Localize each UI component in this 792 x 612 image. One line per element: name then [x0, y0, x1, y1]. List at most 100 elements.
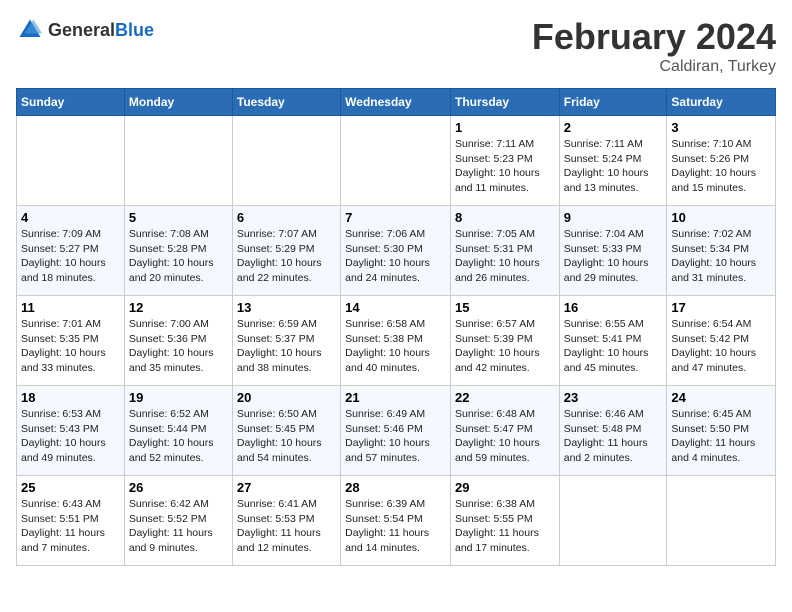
day-number: 4: [21, 210, 120, 225]
day-number: 2: [564, 120, 663, 135]
day-number: 5: [129, 210, 228, 225]
day-info: Sunrise: 6:43 AM Sunset: 5:51 PM Dayligh…: [21, 497, 120, 556]
calendar-cell: [667, 476, 776, 566]
day-number: 14: [345, 300, 446, 315]
calendar-cell: 12Sunrise: 7:00 AM Sunset: 5:36 PM Dayli…: [124, 296, 232, 386]
calendar-cell: [559, 476, 667, 566]
calendar-cell: [17, 116, 125, 206]
calendar-cell: 17 Sunrise: 6:54 AM Sunset: 5:42 PM Dayli…: [667, 296, 776, 386]
day-info: Sunrise: 6:50 AM Sunset: 5:45 PM Dayligh…: [237, 407, 336, 466]
day-number: 22: [455, 390, 555, 405]
day-info: Sunrise: 6:49 AM Sunset: 5:46 PM Dayligh…: [345, 407, 446, 466]
month-title: February 2024: [532, 16, 776, 58]
day-info: Sunrise: 7:05 AM Sunset: 5:31 PM Dayligh…: [455, 227, 555, 286]
logo: GeneralBlue: [16, 16, 154, 44]
calendar-cell: 16Sunrise: 6:55 AM Sunset: 5:41 PM Dayli…: [559, 296, 667, 386]
day-info: Sunrise: 7:04 AM Sunset: 5:33 PM Dayligh…: [564, 227, 663, 286]
day-header-sunday: Sunday: [17, 89, 125, 116]
location: Caldiran, Turkey: [532, 58, 776, 76]
day-number: 26: [129, 480, 228, 495]
calendar-cell: [232, 116, 340, 206]
day-info: Sunrise: 7:09 AM Sunset: 5:27 PM Dayligh…: [21, 227, 120, 286]
day-info: Sunrise: 6:39 AM Sunset: 5:54 PM Dayligh…: [345, 497, 446, 556]
day-info: Sunrise: 7:11 AM Sunset: 5:23 PM Dayligh…: [455, 137, 555, 196]
week-row-4: 25Sunrise: 6:43 AM Sunset: 5:51 PM Dayli…: [17, 476, 776, 566]
day-number: 21: [345, 390, 446, 405]
calendar-cell: 4 Sunrise: 7:09 AM Sunset: 5:27 PM Daylig…: [17, 206, 125, 296]
week-row-3: 18 Sunrise: 6:53 AM Sunset: 5:43 PM Dayli…: [17, 386, 776, 476]
day-info: Sunrise: 6:41 AM Sunset: 5:53 PM Dayligh…: [237, 497, 336, 556]
calendar-cell: 28 Sunrise: 6:39 AM Sunset: 5:54 PM Dayli…: [341, 476, 451, 566]
title-block: February 2024 Caldiran, Turkey: [532, 16, 776, 76]
day-number: 12: [129, 300, 228, 315]
calendar-cell: 5 Sunrise: 7:08 AM Sunset: 5:28 PM Daylig…: [124, 206, 232, 296]
calendar-cell: 3Sunrise: 7:10 AM Sunset: 5:26 PM Daylig…: [667, 116, 776, 206]
calendar-cell: 10 Sunrise: 7:02 AM Sunset: 5:34 PM Dayli…: [667, 206, 776, 296]
day-info: Sunrise: 7:08 AM Sunset: 5:28 PM Dayligh…: [129, 227, 228, 286]
day-number: 9: [564, 210, 663, 225]
logo-blue: Blue: [115, 20, 154, 40]
day-number: 6: [237, 210, 336, 225]
day-info: Sunrise: 7:07 AM Sunset: 5:29 PM Dayligh…: [237, 227, 336, 286]
logo-icon: [16, 16, 44, 44]
day-number: 20: [237, 390, 336, 405]
day-info: Sunrise: 6:59 AM Sunset: 5:37 PM Dayligh…: [237, 317, 336, 376]
calendar-cell: 18 Sunrise: 6:53 AM Sunset: 5:43 PM Dayli…: [17, 386, 125, 476]
calendar-table: SundayMondayTuesdayWednesdayThursdayFrid…: [16, 88, 776, 566]
calendar-header-row: SundayMondayTuesdayWednesdayThursdayFrid…: [17, 89, 776, 116]
day-info: Sunrise: 6:54 AM Sunset: 5:42 PM Dayligh…: [671, 317, 771, 376]
day-number: 8: [455, 210, 555, 225]
day-info: Sunrise: 6:42 AM Sunset: 5:52 PM Dayligh…: [129, 497, 228, 556]
day-number: 10: [671, 210, 771, 225]
calendar-cell: 13 Sunrise: 6:59 AM Sunset: 5:37 PM Dayli…: [232, 296, 340, 386]
day-number: 16: [564, 300, 663, 315]
calendar-cell: 23 Sunrise: 6:46 AM Sunset: 5:48 PM Dayli…: [559, 386, 667, 476]
page-header: GeneralBlue February 2024 Caldiran, Turk…: [16, 16, 776, 76]
calendar-cell: 20 Sunrise: 6:50 AM Sunset: 5:45 PM Dayli…: [232, 386, 340, 476]
calendar-cell: 27 Sunrise: 6:41 AM Sunset: 5:53 PM Dayli…: [232, 476, 340, 566]
calendar-cell: [341, 116, 451, 206]
day-number: 27: [237, 480, 336, 495]
day-info: Sunrise: 6:57 AM Sunset: 5:39 PM Dayligh…: [455, 317, 555, 376]
day-number: 17: [671, 300, 771, 315]
day-info: Sunrise: 7:01 AM Sunset: 5:35 PM Dayligh…: [21, 317, 120, 376]
day-number: 13: [237, 300, 336, 315]
calendar-cell: 21 Sunrise: 6:49 AM Sunset: 5:46 PM Dayli…: [341, 386, 451, 476]
calendar-cell: 1 Sunrise: 7:11 AM Sunset: 5:23 PM Daylig…: [450, 116, 559, 206]
calendar-body: 1 Sunrise: 7:11 AM Sunset: 5:23 PM Daylig…: [17, 116, 776, 566]
day-number: 29: [455, 480, 555, 495]
day-number: 19: [129, 390, 228, 405]
calendar-cell: 24Sunrise: 6:45 AM Sunset: 5:50 PM Dayli…: [667, 386, 776, 476]
day-info: Sunrise: 7:02 AM Sunset: 5:34 PM Dayligh…: [671, 227, 771, 286]
calendar-cell: 29Sunrise: 6:38 AM Sunset: 5:55 PM Dayli…: [450, 476, 559, 566]
calendar-cell: 11Sunrise: 7:01 AM Sunset: 5:35 PM Dayli…: [17, 296, 125, 386]
week-row-0: 1 Sunrise: 7:11 AM Sunset: 5:23 PM Daylig…: [17, 116, 776, 206]
day-number: 18: [21, 390, 120, 405]
week-row-1: 4 Sunrise: 7:09 AM Sunset: 5:27 PM Daylig…: [17, 206, 776, 296]
calendar-cell: 22 Sunrise: 6:48 AM Sunset: 5:47 PM Dayli…: [450, 386, 559, 476]
calendar-cell: 15 Sunrise: 6:57 AM Sunset: 5:39 PM Dayli…: [450, 296, 559, 386]
logo-general: General: [48, 20, 115, 40]
day-number: 1: [455, 120, 555, 135]
day-number: 15: [455, 300, 555, 315]
day-info: Sunrise: 7:10 AM Sunset: 5:26 PM Dayligh…: [671, 137, 771, 196]
day-info: Sunrise: 6:52 AM Sunset: 5:44 PM Dayligh…: [129, 407, 228, 466]
day-info: Sunrise: 6:48 AM Sunset: 5:47 PM Dayligh…: [455, 407, 555, 466]
day-header-wednesday: Wednesday: [341, 89, 451, 116]
day-info: Sunrise: 7:11 AM Sunset: 5:24 PM Dayligh…: [564, 137, 663, 196]
calendar-cell: 9 Sunrise: 7:04 AM Sunset: 5:33 PM Daylig…: [559, 206, 667, 296]
day-info: Sunrise: 6:46 AM Sunset: 5:48 PM Dayligh…: [564, 407, 663, 466]
day-header-monday: Monday: [124, 89, 232, 116]
day-header-friday: Friday: [559, 89, 667, 116]
day-header-saturday: Saturday: [667, 89, 776, 116]
calendar-cell: 6 Sunrise: 7:07 AM Sunset: 5:29 PM Daylig…: [232, 206, 340, 296]
week-row-2: 11Sunrise: 7:01 AM Sunset: 5:35 PM Dayli…: [17, 296, 776, 386]
day-info: Sunrise: 6:45 AM Sunset: 5:50 PM Dayligh…: [671, 407, 771, 466]
calendar-cell: 2 Sunrise: 7:11 AM Sunset: 5:24 PM Daylig…: [559, 116, 667, 206]
day-number: 28: [345, 480, 446, 495]
day-info: Sunrise: 7:06 AM Sunset: 5:30 PM Dayligh…: [345, 227, 446, 286]
day-info: Sunrise: 6:58 AM Sunset: 5:38 PM Dayligh…: [345, 317, 446, 376]
calendar-cell: 7Sunrise: 7:06 AM Sunset: 5:30 PM Daylig…: [341, 206, 451, 296]
day-number: 23: [564, 390, 663, 405]
day-info: Sunrise: 6:53 AM Sunset: 5:43 PM Dayligh…: [21, 407, 120, 466]
